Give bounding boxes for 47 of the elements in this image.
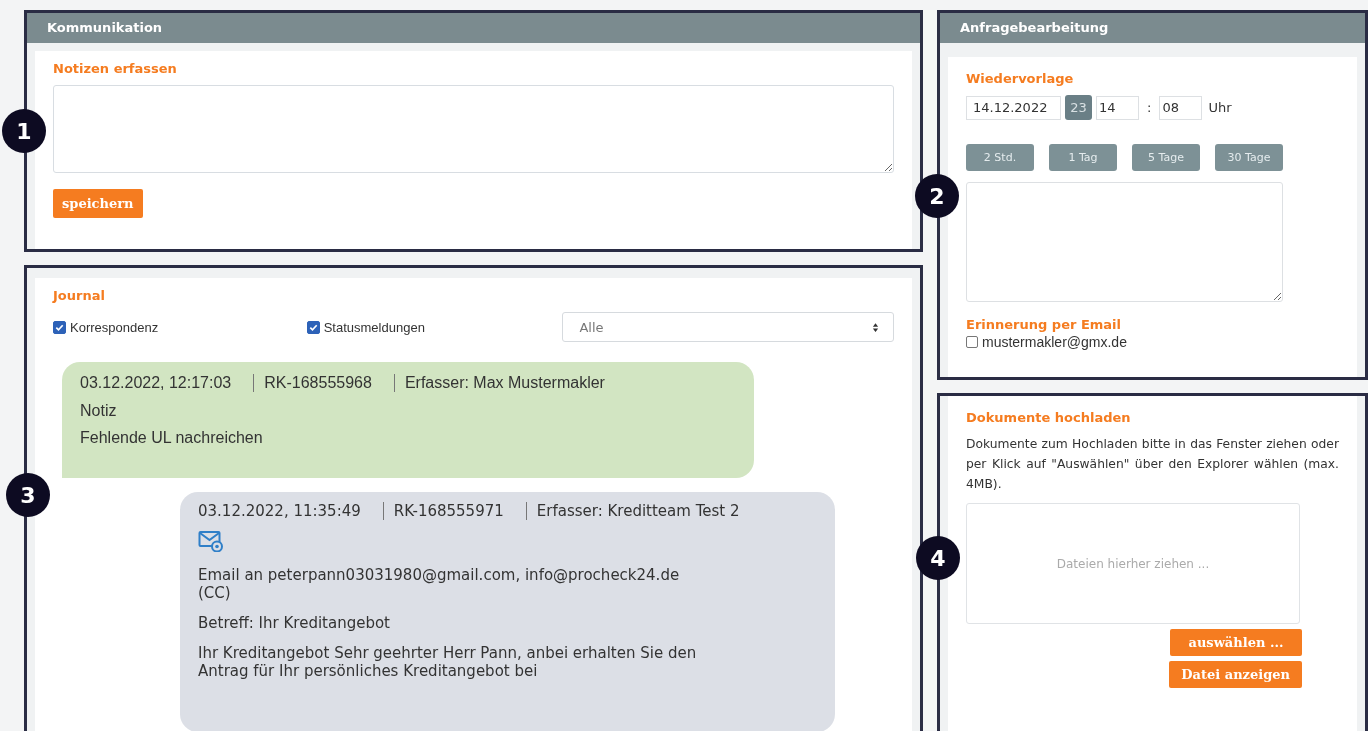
checkbox-label: mustermakler@gmx.de — [982, 334, 1127, 350]
drop-zone[interactable]: Dateien hierher ziehen ... — [966, 503, 1300, 624]
save-button[interactable]: speichern — [53, 189, 143, 218]
checkbox[interactable] — [306, 320, 320, 334]
step-marker: 3 — [6, 473, 50, 517]
upload-button[interactable]: auswählen ... — [1170, 629, 1302, 656]
message-author: Erfasser: Kreditteam Test 2 — [525, 502, 740, 520]
quick-date-button[interactable]: 5 Tage — [1132, 144, 1200, 171]
checkbox[interactable] — [966, 336, 978, 348]
hour-field[interactable]: 14 — [1096, 95, 1139, 120]
message-text: Email an peterpann03031980@gmail.com, info@procheck24.de (CC) — [198, 566, 681, 602]
minute-field[interactable]: 08 — [1159, 95, 1203, 120]
section-title: Wiedervorlage — [966, 71, 1075, 86]
comment-field[interactable] — [966, 182, 1283, 302]
section-title: Notizen erfassen — [53, 61, 178, 76]
message-text: Notiz — [80, 402, 118, 420]
message-date: 03.12.2022, 12:17:03 — [80, 374, 232, 392]
message-date: 03.12.2022, 11:35:49 — [198, 502, 361, 520]
drop-zone-placeholder: Dateien hierher ziehen ... — [1056, 556, 1210, 571]
quick-date-button[interactable]: 1 Tag — [1049, 144, 1117, 171]
time-separator: : — [1147, 100, 1152, 115]
step-marker: 1 — [2, 109, 46, 153]
notes-field[interactable] — [53, 85, 894, 173]
message-text: Fehlende UL nachreichen — [80, 429, 264, 447]
upload-button[interactable]: Datei anzeigen — [1169, 661, 1302, 688]
panel-title: Anfragebearbeitung — [940, 13, 1365, 43]
message-reference: RK-168555968 — [253, 374, 372, 392]
instruction-text: Dokumente zum Hochladen bitte in das Fenster ziehen oder per Klick auf "Auswählen" über den Explorer wählen (max. 4MB). — [966, 436, 1339, 493]
envelope-eye-icon[interactable] — [198, 530, 224, 552]
section-title: Dokumente hochladen — [966, 410, 1132, 425]
filter-dropdown[interactable]: Alle — [562, 312, 894, 342]
message-reference: RK-168555971 — [382, 502, 504, 520]
message-text: Betreff: Ihr Kreditangebot — [198, 614, 391, 632]
message-text: Ihr Kreditangebot Sehr geehrter Herr Pann, anbei erhalten Sie den Antrag für Ihr persönliches Kreditangebot bei — [198, 644, 698, 680]
date-field[interactable]: 14.12.2022 — [966, 95, 1061, 120]
panel-title: Kommunikation — [27, 13, 920, 43]
checkbox[interactable] — [53, 320, 66, 334]
quick-date-button[interactable]: 30 Tage — [1215, 144, 1283, 171]
sort-arrows-icon — [872, 321, 879, 333]
section-title: Journal — [53, 288, 106, 303]
checkbox-label: Statusmeldungen — [323, 319, 425, 335]
quick-date-button[interactable]: 2 Std. — [966, 144, 1034, 171]
time-unit: Uhr — [1208, 100, 1232, 115]
section-title: Erinnerung per Email — [966, 317, 1122, 332]
message-author: Erfasser: Max Mustermakler — [393, 374, 605, 392]
calendar-button[interactable]: 23 — [1065, 95, 1092, 120]
checkbox-label: Korrespondenz — [70, 319, 159, 335]
